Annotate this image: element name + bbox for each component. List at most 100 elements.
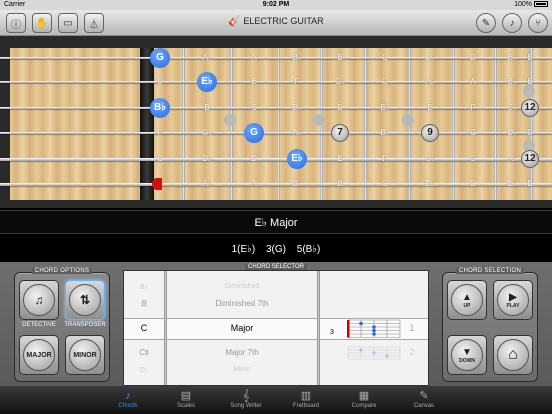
fret-note[interactable]: D [332,102,348,114]
tab-scales[interactable]: ▤ Scales [156,386,216,414]
chord-tone-marker[interactable]: B♭ [150,98,170,118]
root-option[interactable]: B [124,299,164,308]
fret-note[interactable]: C [465,127,481,139]
fret-note[interactable]: C [377,178,393,190]
fret-note[interactable]: G♭ [332,76,348,88]
root-picker[interactable]: B♭ B C C♯ D♭ [124,271,164,385]
fret-note[interactable]: C [377,52,393,64]
root-option[interactable]: D♭ [124,366,164,374]
down-button[interactable]: ▼ DOWN [447,335,487,375]
fret-note[interactable]: F [289,76,305,88]
clock: 9:02 PM [262,1,290,8]
detective-button[interactable]: ♫ [19,280,59,320]
chord-type-option[interactable]: Diminished [167,283,317,290]
up-button[interactable]: ▲ UP [447,280,487,320]
fret-note[interactable]: D [465,52,481,64]
tab-song-writer[interactable]: 𝄞 Song Writer [216,386,276,414]
fret-note[interactable]: E [246,76,262,88]
fret-note[interactable]: E♭ [377,102,393,114]
fret-note[interactable]: D♭ [422,178,438,190]
play-button[interactable]: ▶ PLAY [493,280,533,320]
chord-tone-marker[interactable]: G [150,48,170,68]
fret-note[interactable]: E [522,178,538,190]
fret-note[interactable]: B [522,76,538,88]
fret-note[interactable]: E [422,102,438,114]
fret-note[interactable]: A♭ [199,178,215,190]
fret-note[interactable]: B [332,178,348,190]
chord-type-picker[interactable]: Diminished Diminished 7th Major Major 7t… [167,271,317,385]
status-bar: Carrier 9:02 PM 100% [0,0,552,10]
fret-note[interactable]: A♭ [289,127,305,139]
fret-note[interactable]: B [199,102,215,114]
fret-note[interactable]: B [332,52,348,64]
tab-chords[interactable]: ♪ Chords [98,386,158,414]
minor-button[interactable]: MINOR [65,335,105,375]
fret-note[interactable]: D♭ [199,153,215,165]
fret-note[interactable]: E♭ [504,52,520,64]
compare-icon: ▦ [358,390,370,402]
tab-fretboard[interactable]: ▥ Fretboard [276,386,336,414]
tuning-button[interactable]: ⑂ [528,13,548,33]
fret-note[interactable]: A♭ [504,153,520,165]
down-arrow-icon: ▼ [462,346,472,358]
root-option[interactable]: C♯ [124,348,164,357]
chord-type-option-selected[interactable]: Major [167,323,317,333]
fret-note[interactable]: D [246,153,262,165]
major-button[interactable]: MAJOR [19,335,59,375]
sound-button[interactable]: ♪ [502,13,522,33]
fret-note[interactable]: E [522,52,538,64]
fret-note[interactable]: D♭ [504,127,520,139]
home-button[interactable]: ⌂ [493,335,533,375]
fret-note[interactable]: G♭ [422,153,438,165]
fret-note[interactable]: D [465,178,481,190]
fret-note[interactable]: F [465,102,481,114]
fretboard[interactable]: G A♭ A B♭ B C D♭ D E♭ E D E♭ E F G♭ G A♭ A B♭ B B♭ B C D♭ D E♭ E F G… [0,36,552,208]
fret-note[interactable]: D♭ [289,102,305,114]
tab-compare[interactable]: ▦ Compare [334,386,394,414]
chord-type-option[interactable]: Minor [167,366,317,373]
fret-note[interactable]: E♭ [504,178,520,190]
up-label: UP [463,302,471,309]
chord-selector[interactable]: B♭ B C C♯ D♭ Diminished Diminished 7th M… [123,270,429,386]
fret-note[interactable]: A♭ [199,52,215,64]
tools-button[interactable]: ✎ [476,13,496,33]
fret-note[interactable]: C [152,153,168,165]
interval-fifth: 5(B♭) [296,244,321,255]
fret-note[interactable]: A [465,76,481,88]
chord-tone-marker[interactable]: G [244,123,264,143]
fret-note[interactable]: B♭ [377,127,393,139]
fret-note[interactable]: F [377,153,393,165]
fret-note[interactable]: E [332,153,348,165]
fret-note[interactable]: G♭ [504,102,520,114]
voicing-picker[interactable]: 3 1 2 [320,271,428,385]
tab-canvas[interactable]: ✎ Canvas [394,386,454,414]
fret-note[interactable]: A [246,52,262,64]
fret-note[interactable]: B♭ [289,52,305,64]
instrument-title[interactable]: 🎸 ELECTRIC GUITAR [0,16,552,27]
fret-note[interactable]: D [522,127,538,139]
chord-type-option[interactable]: Diminished 7th [167,299,317,308]
up-arrow-icon: ▲ [462,291,472,303]
transposer-button[interactable]: ⇅ [65,280,105,320]
fret-note[interactable]: G [377,76,393,88]
chord-options-label: CHORD OPTIONS [31,268,93,274]
fret-note[interactable]: D [152,76,168,88]
root-option[interactable]: B♭ [124,283,164,291]
fret-note[interactable]: B♭ [504,76,520,88]
fret-note[interactable]: C [246,102,262,114]
chord-type-option[interactable]: Major 7th [167,348,317,357]
fret-wire [494,48,497,200]
voicing-option[interactable] [338,345,410,363]
fret-note[interactable]: G♭ [199,127,215,139]
scales-icon: ▤ [180,390,192,402]
chord-tone-marker[interactable]: E♭ [287,149,307,169]
chord-tone-marker[interactable]: E♭ [197,72,217,92]
fret-note[interactable]: A [246,178,262,190]
fret-note[interactable]: D♭ [422,52,438,64]
voicing-option-selected[interactable] [338,317,410,339]
fret-note[interactable]: G [465,153,481,165]
root-option-selected[interactable]: C [124,323,164,333]
fret-note[interactable]: B♭ [289,178,305,190]
fret-note[interactable]: A♭ [422,76,438,88]
fret-note[interactable]: F [152,127,168,139]
